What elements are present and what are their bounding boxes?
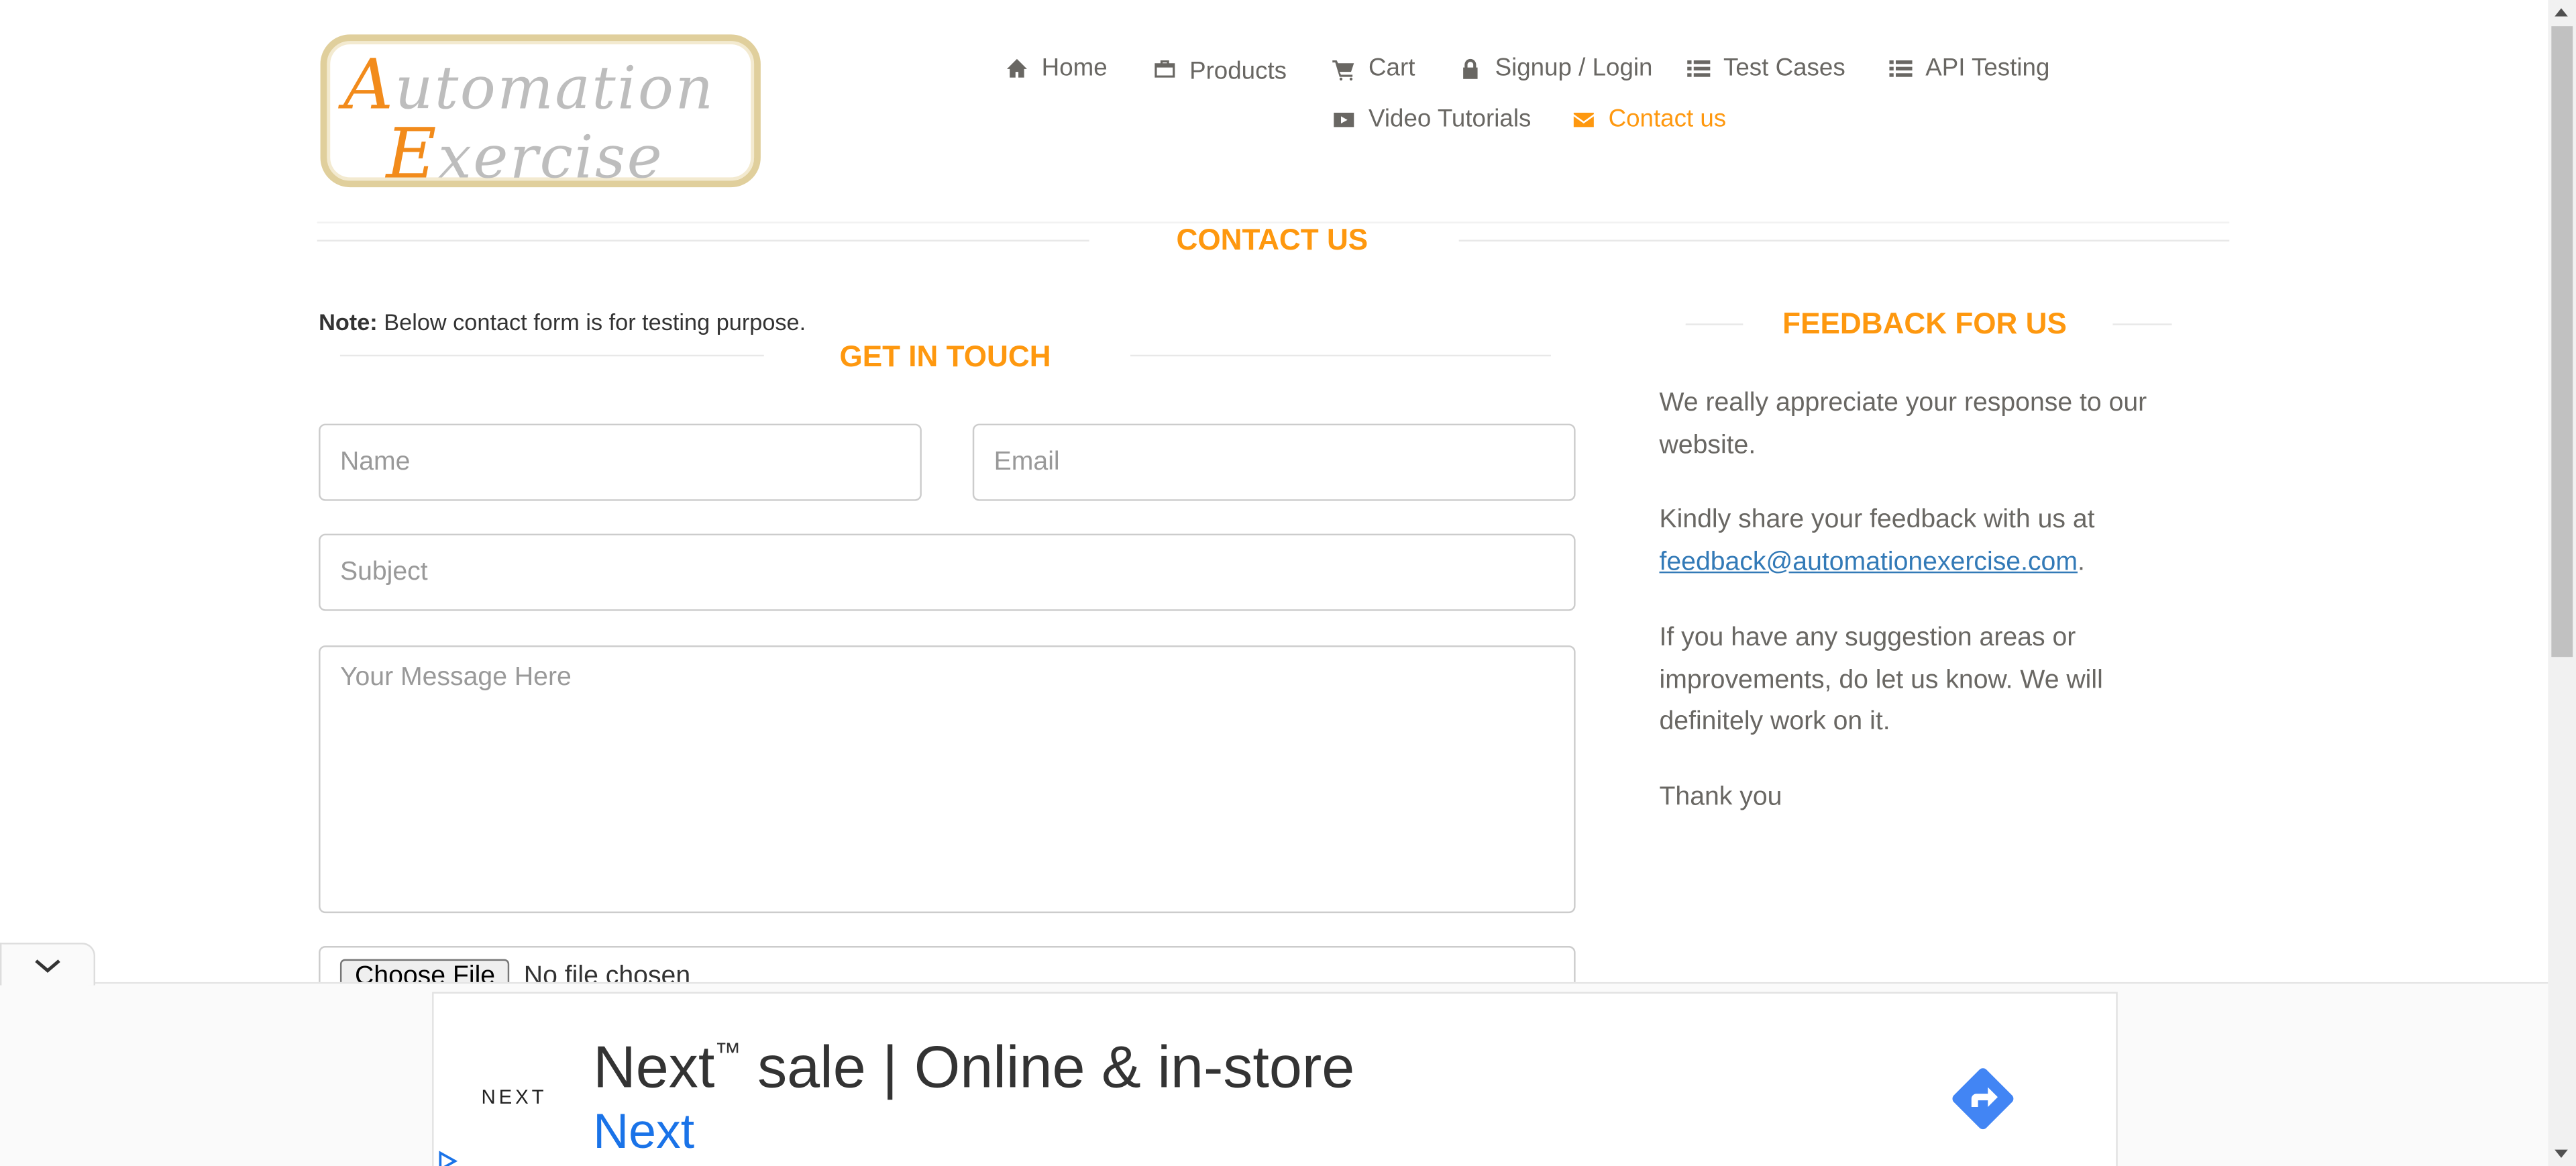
feedback-paragraph-3: If you have any suggestion areas or impr… [1659,624,2103,736]
ad-brand-logo: NEXT [481,1085,547,1109]
scroll-down-arrow[interactable] [2555,1149,2568,1158]
name-input[interactable] [319,423,922,501]
page: Automation Exercise Home Products Cart S… [0,0,2576,1166]
adchoices-icon[interactable] [435,1150,458,1166]
page-title: CONTACT US [1176,223,1368,256]
briefcase-icon [1155,59,1175,77]
form-title-rule-right [1130,354,1551,357]
nav-api-testing[interactable]: API Testing [1889,54,2050,83]
nav-video-tutorials[interactable]: Video Tutorials [1332,105,1532,134]
home-icon [1006,58,1027,77]
lock-icon [1463,58,1478,78]
ad-banner[interactable]: NEXT Next™ sale | Online & in-store Next [432,992,2118,1166]
form-title-rule-left [339,354,764,357]
site-logo[interactable]: Automation Exercise [320,34,761,194]
ad-headline: Next™ sale | Online & in-store [593,1032,1355,1101]
feedback-paragraph-4: Thank you [1659,783,1782,812]
nav-test-cases-label: Test Cases [1723,54,1845,83]
nav-video-tutorials-label: Video Tutorials [1368,105,1532,134]
nav-signup-login-label: Signup / Login [1495,54,1653,83]
nav-contact-us-label: Contact us [1608,105,1727,134]
logo-line-2: Exercise [386,113,664,194]
page-scrollbar[interactable] [2548,0,2576,1166]
nav-contact-us[interactable]: Contact us [1572,105,1727,134]
feedback-rule-left [1685,323,1743,325]
feedback-paragraph-1: We really appreciate your response to ou… [1659,389,2147,460]
nav-cart-label: Cart [1368,54,1415,83]
list-icon [1889,59,1913,76]
message-textarea[interactable] [319,645,1576,914]
form-note: Note: Below contact form is for testing … [319,309,806,335]
title-rule-left [317,240,1089,242]
nav-products[interactable]: Products [1153,54,1287,86]
cart-icon [1332,59,1354,80]
feedback-paragraph-2: Kindly share your feedback with us at fe… [1659,505,2095,576]
nav-products-label: Products [1189,57,1287,86]
youtube-icon [1334,111,1354,127]
ad-collapse-toggle[interactable] [0,943,96,986]
nav-home[interactable]: Home [1006,54,1108,83]
nav-api-testing-label: API Testing [1925,54,2050,83]
feedback-rule-right [2112,323,2172,325]
email-input[interactable] [972,423,1576,501]
directions-arrow-icon[interactable] [1947,1063,2019,1135]
envelope-icon [1573,111,1594,127]
ad-subline: Next [593,1105,695,1160]
feedback-title: FEEDBACK FOR US [1782,307,2067,340]
form-title: GET IN TOUCH [839,339,1051,373]
nav-signup-login[interactable]: Signup / Login [1459,54,1653,83]
nav-home-label: Home [1041,54,1108,83]
nav-test-cases[interactable]: Test Cases [1687,54,1845,83]
scroll-thumb[interactable] [2551,26,2573,657]
feedback-email-link[interactable]: feedback@automationexercise.com [1659,547,2078,576]
list-icon [1687,59,1711,76]
scroll-up-arrow[interactable] [2555,8,2568,17]
chevron-down-icon [35,958,60,972]
nav-cart[interactable]: Cart [1332,54,1415,83]
title-rule-right [1458,240,2230,242]
subject-input[interactable] [319,533,1576,611]
